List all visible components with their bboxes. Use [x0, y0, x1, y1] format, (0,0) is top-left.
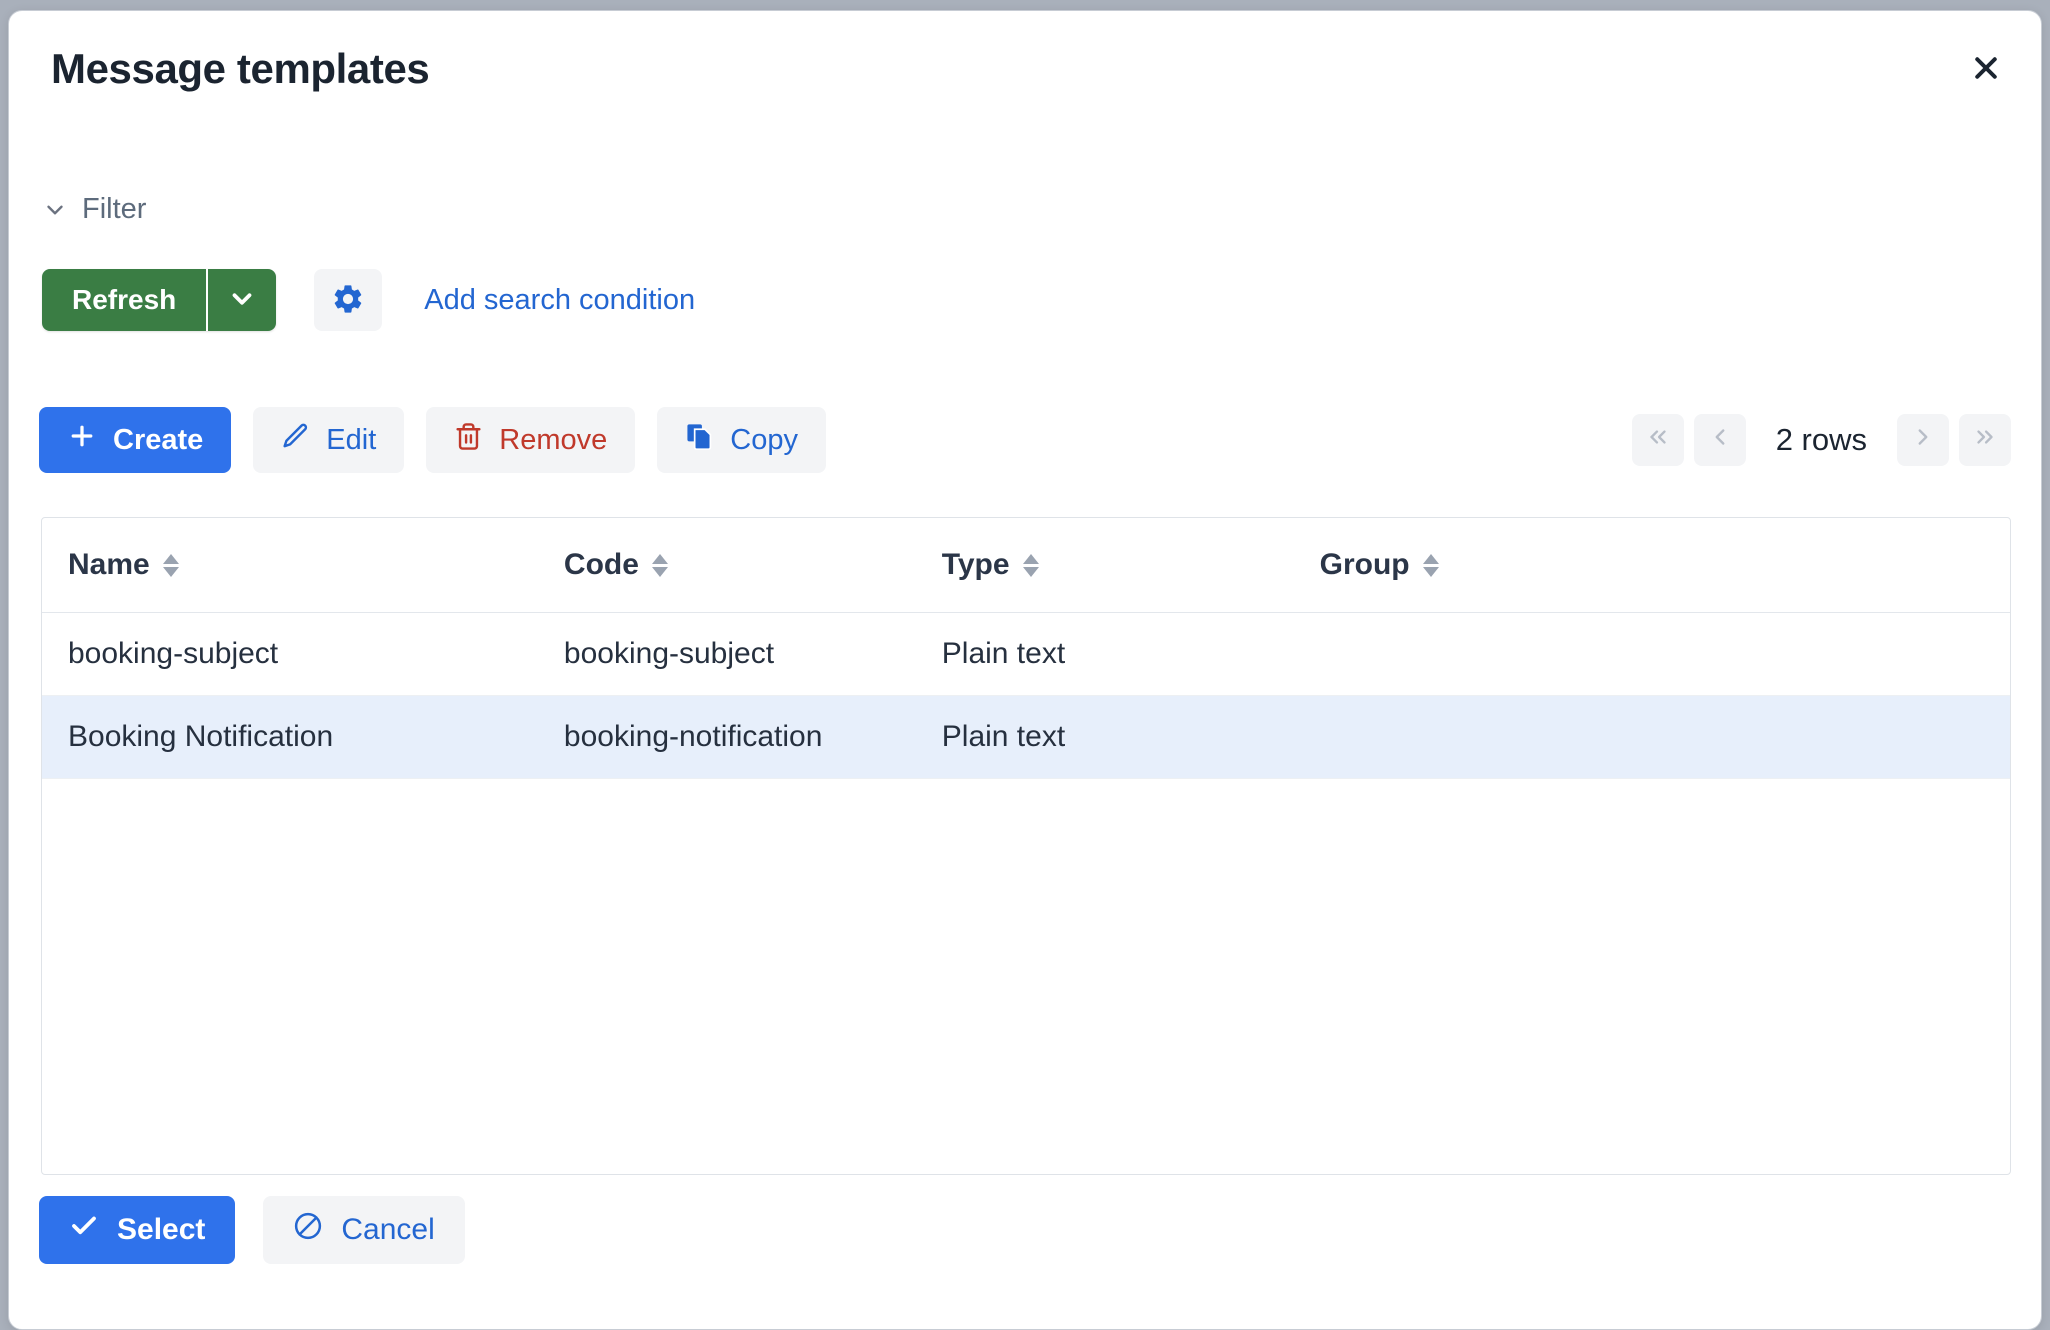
copy-button[interactable]: Copy [657, 407, 826, 473]
message-templates-dialog: Message templates Filter Refresh Add sea… [8, 10, 2042, 1330]
last-page-button[interactable] [1959, 414, 2011, 466]
cancel-button[interactable]: Cancel [263, 1196, 465, 1264]
trash-icon [454, 422, 483, 459]
copy-icon [685, 422, 714, 459]
table-body: booking-subject booking-subject Plain te… [42, 612, 2010, 779]
filter-toolbar: Refresh Add search condition [42, 269, 695, 331]
pagination: 2 rows [1631, 414, 2011, 466]
prev-page-button[interactable] [1693, 414, 1746, 466]
cell-code: booking-subject [537, 612, 916, 696]
column-header-group-label: Group [1319, 548, 1410, 581]
column-header-type-label: Type [941, 548, 1010, 581]
remove-button[interactable]: Remove [426, 407, 636, 473]
sort-icon [1422, 553, 1439, 577]
cell-code: booking-notification [537, 695, 916, 779]
settings-button[interactable] [314, 269, 383, 331]
pencil-icon [281, 422, 310, 459]
cell-group [1293, 612, 2010, 696]
edit-button-label: Edit [326, 423, 377, 456]
ban-icon [293, 1211, 323, 1249]
chevron-left-icon [1707, 424, 1733, 456]
remove-button-label: Remove [499, 423, 608, 456]
column-header-code-label: Code [563, 548, 639, 581]
cell-name: Booking Notification [42, 695, 538, 779]
column-header-name[interactable]: Name [42, 518, 538, 613]
dialog-header: Message templates [9, 11, 2041, 129]
table-row[interactable]: Booking Notification booking-notificatio… [42, 695, 2010, 779]
templates-table: Name Code Type Group booking-subject boo… [42, 518, 2010, 779]
chevron-down-icon [227, 284, 257, 317]
refresh-button[interactable]: Refresh [42, 269, 207, 331]
double-chevron-left-icon [1645, 424, 1671, 456]
filter-label: Filter [82, 193, 147, 225]
cell-name: booking-subject [42, 612, 538, 696]
refresh-split-button: Refresh [42, 269, 277, 331]
column-header-type[interactable]: Type [915, 518, 1294, 613]
gear-icon [331, 282, 365, 319]
plus-icon [67, 421, 97, 459]
check-icon [69, 1211, 99, 1249]
close-icon[interactable] [1959, 41, 2013, 95]
filter-toggle[interactable]: Filter [42, 193, 146, 226]
create-button[interactable]: Create [39, 407, 232, 473]
next-page-button[interactable] [1897, 414, 1949, 466]
select-button[interactable]: Select [39, 1196, 236, 1264]
table-row[interactable]: booking-subject booking-subject Plain te… [42, 612, 2010, 696]
select-button-label: Select [117, 1213, 206, 1246]
templates-table-container: Name Code Type Group booking-subject boo… [41, 517, 2011, 1175]
page-title: Message templates [51, 45, 430, 92]
column-header-code[interactable]: Code [537, 518, 916, 613]
double-chevron-right-icon [1972, 424, 1998, 456]
add-search-condition-link[interactable]: Add search condition [424, 284, 695, 317]
chevron-down-icon [42, 197, 68, 223]
sort-icon [162, 553, 179, 577]
edit-button[interactable]: Edit [253, 407, 405, 473]
column-header-group[interactable]: Group [1293, 518, 2010, 613]
table-header: Name Code Type Group [42, 518, 2010, 613]
cell-type: Plain text [915, 612, 1294, 696]
create-button-label: Create [113, 423, 204, 456]
column-header-name-label: Name [68, 548, 150, 581]
cell-type: Plain text [915, 695, 1294, 779]
dialog-footer: Select Cancel [39, 1196, 493, 1264]
row-count-label: 2 rows [1775, 422, 1867, 457]
refresh-dropdown-button[interactable] [206, 269, 277, 331]
table-header-row: Name Code Type Group [42, 518, 2010, 613]
copy-button-label: Copy [730, 423, 798, 456]
action-toolbar: Create Edit Remove Copy 2 rows [39, 407, 2011, 473]
sort-icon [651, 553, 668, 577]
cancel-button-label: Cancel [341, 1213, 435, 1246]
cell-group [1293, 695, 2010, 779]
chevron-right-icon [1910, 424, 1936, 456]
first-page-button[interactable] [1631, 414, 1684, 466]
sort-icon [1022, 553, 1039, 577]
